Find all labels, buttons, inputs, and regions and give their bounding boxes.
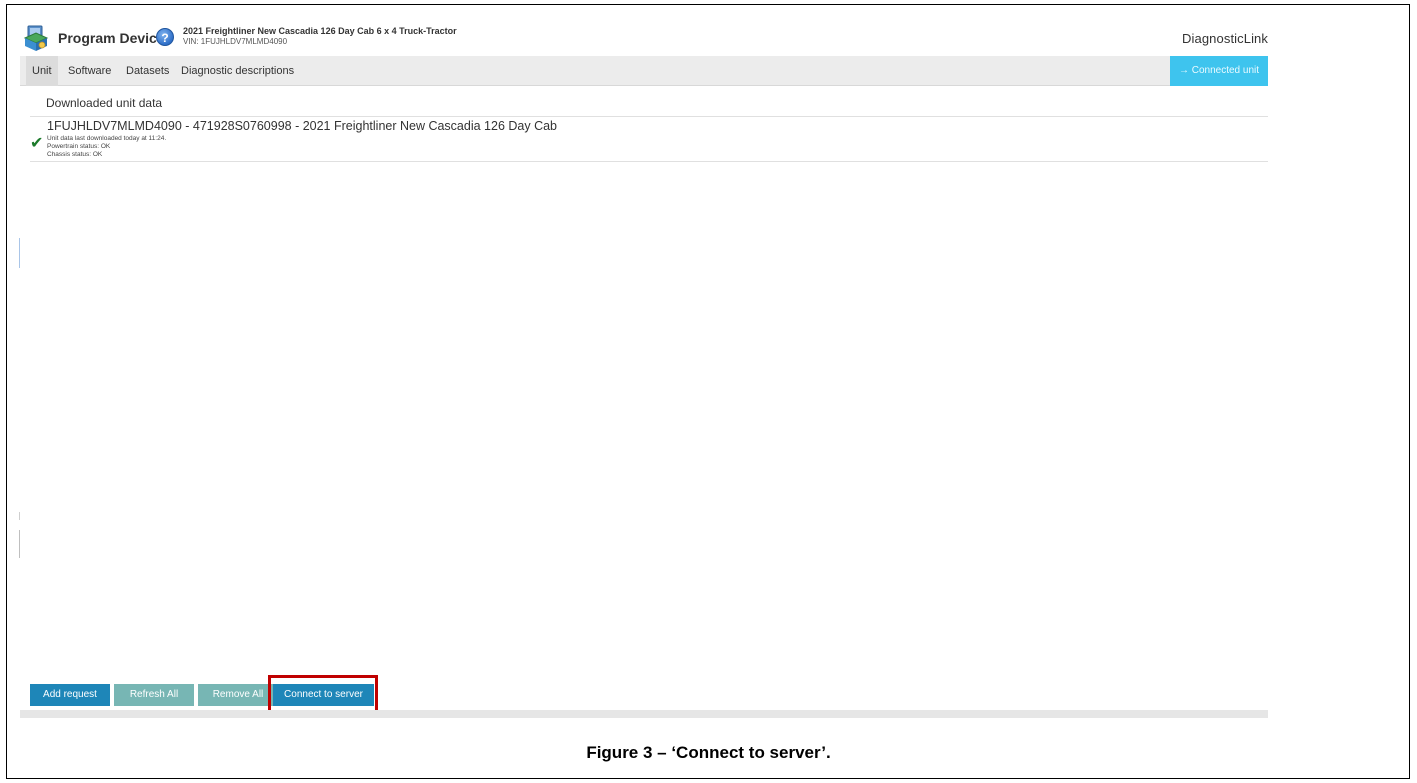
vehicle-name: 2021 Freightliner New Cascadia 126 Day C…	[183, 26, 457, 36]
refresh-all-button[interactable]: Refresh All	[114, 684, 194, 706]
remove-all-button[interactable]: Remove All	[198, 684, 278, 706]
add-request-button[interactable]: Add request	[30, 684, 110, 706]
tab-diagnostic-descriptions[interactable]: Diagnostic descriptions	[175, 56, 300, 86]
connected-unit-button[interactable]: → Connected unit	[1170, 56, 1268, 86]
help-icon[interactable]: ?	[156, 28, 174, 46]
tab-datasets[interactable]: Datasets	[120, 56, 175, 86]
page-title: Program Device	[58, 30, 165, 46]
divider	[30, 161, 1268, 162]
powertrain-status: Powertrain status: OK	[47, 143, 111, 150]
chassis-status: Chassis status: OK	[47, 151, 103, 158]
horizontal-scrollbar[interactable]	[20, 710, 1268, 718]
program-device-icon	[23, 25, 49, 51]
figure-caption: Figure 3 – ‘Connect to server’.	[586, 743, 831, 762]
header: Program Device ? 2021 Freightliner New C…	[20, 20, 1268, 56]
diagnosticlink-logo: DiagnosticLink	[1182, 31, 1268, 46]
tab-bar: Unit Software Datasets Diagnostic descri…	[20, 56, 1268, 86]
check-icon: ✔	[30, 135, 44, 152]
section-title: Downloaded unit data	[46, 96, 163, 110]
tab-software[interactable]: Software	[62, 56, 117, 86]
list-item[interactable]: ✔ 1FUJHLDV7MLMD4090 - 471928S0760998 - 2…	[30, 118, 1268, 160]
connect-to-server-button[interactable]: Connect to server	[273, 684, 374, 706]
unit-last-download: Unit data last downloaded today at 11:24…	[47, 135, 167, 142]
vehicle-vin: VIN: 1FUJHLDV7MLMD4090	[183, 37, 288, 46]
unit-heading: 1FUJHLDV7MLMD4090 - 471928S0760998 - 202…	[47, 119, 558, 133]
divider	[30, 116, 1268, 117]
tab-unit[interactable]: Unit	[26, 56, 58, 86]
program-device-window: Program Device ? 2021 Freightliner New C…	[20, 20, 1268, 720]
